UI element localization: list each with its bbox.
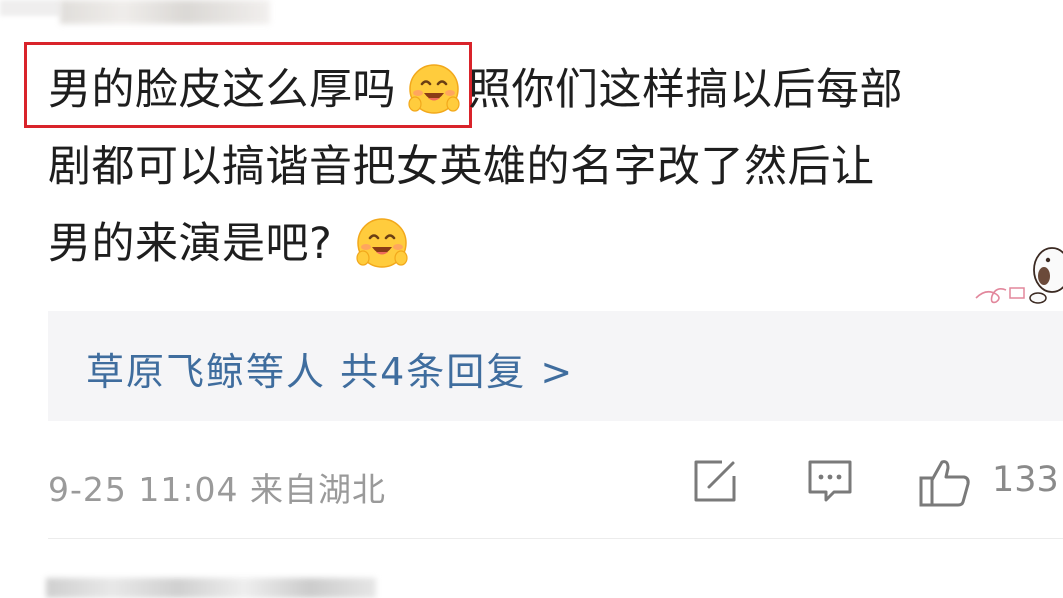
smiling-face-emoji-icon — [408, 63, 460, 114]
thumbs-up-icon[interactable] — [918, 458, 972, 508]
replies-panel[interactable]: 草原飞鲸等人 共4条回复 > — [48, 311, 1063, 421]
comment-bubble-icon[interactable] — [806, 458, 854, 504]
comment-line-3-text: 男的来演是吧? — [48, 219, 333, 269]
blurred-username — [60, 0, 270, 24]
blurred-next-comment — [46, 578, 376, 598]
blurred-username-fragment — [0, 0, 60, 16]
comment-text: 男的脸皮这么厚吗 照你们这样搞以后每部 剧都可以搞谐音把女英雄的名字改了然后让 … — [48, 52, 1058, 283]
comment-line-2: 剧都可以搞谐音把女英雄的名字改了然后让 — [48, 142, 875, 192]
replies-summary-link[interactable]: 草原飞鲸等人 共4条回复 > — [86, 341, 574, 396]
comment-highlighted-phrase: 男的脸皮这么厚吗 — [48, 65, 396, 115]
cartoon-dog-sticker-icon — [975, 247, 1063, 304]
like-count: 133 — [992, 460, 1059, 500]
comment-line-3: 男的来演是吧? — [48, 206, 1058, 283]
comment-meta: 9-25 11:04 来自湖北 — [48, 470, 386, 509]
comment-line-1: 男的脸皮这么厚吗 照你们这样搞以后每部 — [48, 52, 1058, 129]
divider — [48, 538, 1063, 539]
comment-text-rest: 照你们这样搞以后每部 — [468, 65, 903, 115]
smiling-face-emoji-icon — [356, 217, 408, 268]
share-edit-icon[interactable] — [692, 458, 738, 504]
